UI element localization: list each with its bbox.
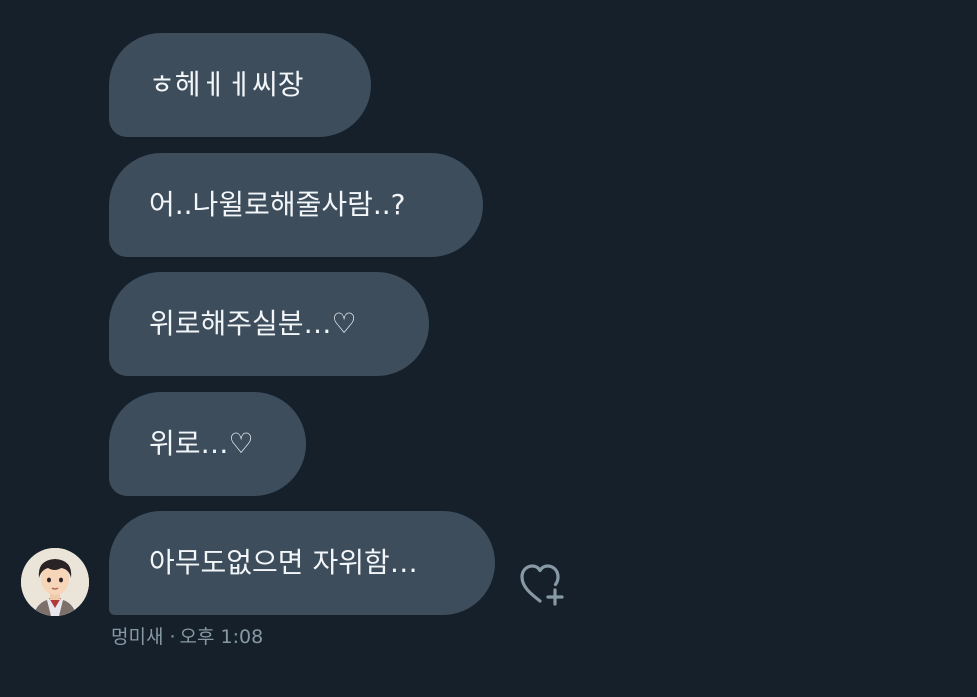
message-text: 위로해주실분…♡ bbox=[149, 307, 357, 340]
message-bubble[interactable]: 위로…♡ bbox=[109, 392, 306, 496]
message-bubble[interactable]: ㅎ헤ㅔㅔ씨장 bbox=[109, 33, 371, 137]
message-text: 위로…♡ bbox=[149, 427, 254, 460]
message-text: 어..나윌로해줄사람..? bbox=[149, 188, 406, 221]
react-heart-button[interactable] bbox=[516, 561, 576, 611]
message-bubble[interactable]: 위로해주실분…♡ bbox=[109, 272, 429, 376]
separator: · bbox=[169, 626, 176, 648]
message-text: 아무도없으면 자위함… bbox=[149, 546, 418, 579]
avatar-icon bbox=[21, 548, 89, 616]
timestamp: 오후 1:08 bbox=[179, 626, 264, 648]
message-text: ㅎ헤ㅔㅔ씨장 bbox=[149, 68, 304, 101]
heart-plus-icon bbox=[520, 564, 564, 606]
sender-name: 멍미새 bbox=[111, 626, 164, 648]
avatar[interactable] bbox=[21, 548, 89, 616]
message-bubble[interactable]: 아무도없으면 자위함… bbox=[109, 511, 495, 615]
message-bubble[interactable]: 어..나윌로해줄사람..? bbox=[109, 153, 483, 257]
message-meta: 멍미새 · 오후 1:08 bbox=[111, 622, 263, 649]
